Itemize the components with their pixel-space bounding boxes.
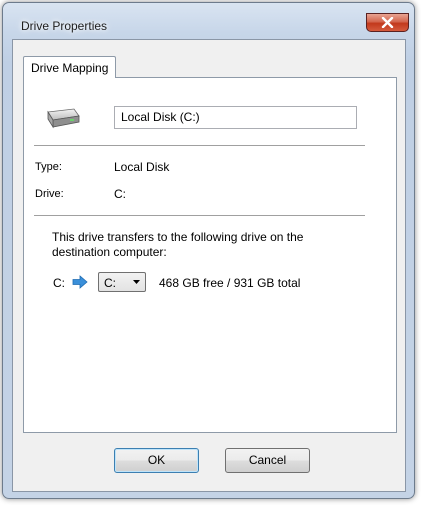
dialog-window: Drive Properties Drive Mapping Local Dis… (2, 2, 415, 499)
drive-mapping-panel: Local Disk (C:) Type: Local Disk Drive: … (23, 77, 397, 433)
dialog-client-area: Drive Mapping Local Disk (C:) Type: Loca… (12, 39, 406, 492)
mapping-description: This drive transfers to the following dr… (52, 230, 304, 259)
cancel-button[interactable]: Cancel (225, 448, 310, 473)
divider-top (34, 145, 365, 146)
title-bar[interactable]: Drive Properties (3, 3, 414, 33)
source-drive-letter: C: (53, 276, 65, 290)
target-drive-selected: C: (104, 276, 116, 290)
space-info: 468 GB free / 931 GB total (159, 276, 301, 290)
arrow-right-icon (72, 275, 88, 289)
tab-label: Drive Mapping (31, 61, 109, 75)
ok-button[interactable]: OK (114, 448, 199, 473)
window-title: Drive Properties (21, 19, 108, 33)
tab-drive-mapping[interactable]: Drive Mapping (23, 56, 117, 78)
close-button[interactable] (366, 13, 409, 32)
chevron-down-icon (133, 280, 140, 284)
drive-label: Drive: (35, 188, 64, 200)
drive-name-field[interactable]: Local Disk (C:) (114, 106, 357, 129)
hard-drive-icon (47, 108, 80, 129)
divider-middle (34, 215, 365, 216)
type-label: Type: (35, 161, 62, 173)
type-value: Local Disk (114, 160, 170, 174)
drive-value: C: (114, 187, 126, 201)
close-icon (381, 17, 394, 28)
target-drive-select[interactable]: C: (98, 272, 146, 292)
